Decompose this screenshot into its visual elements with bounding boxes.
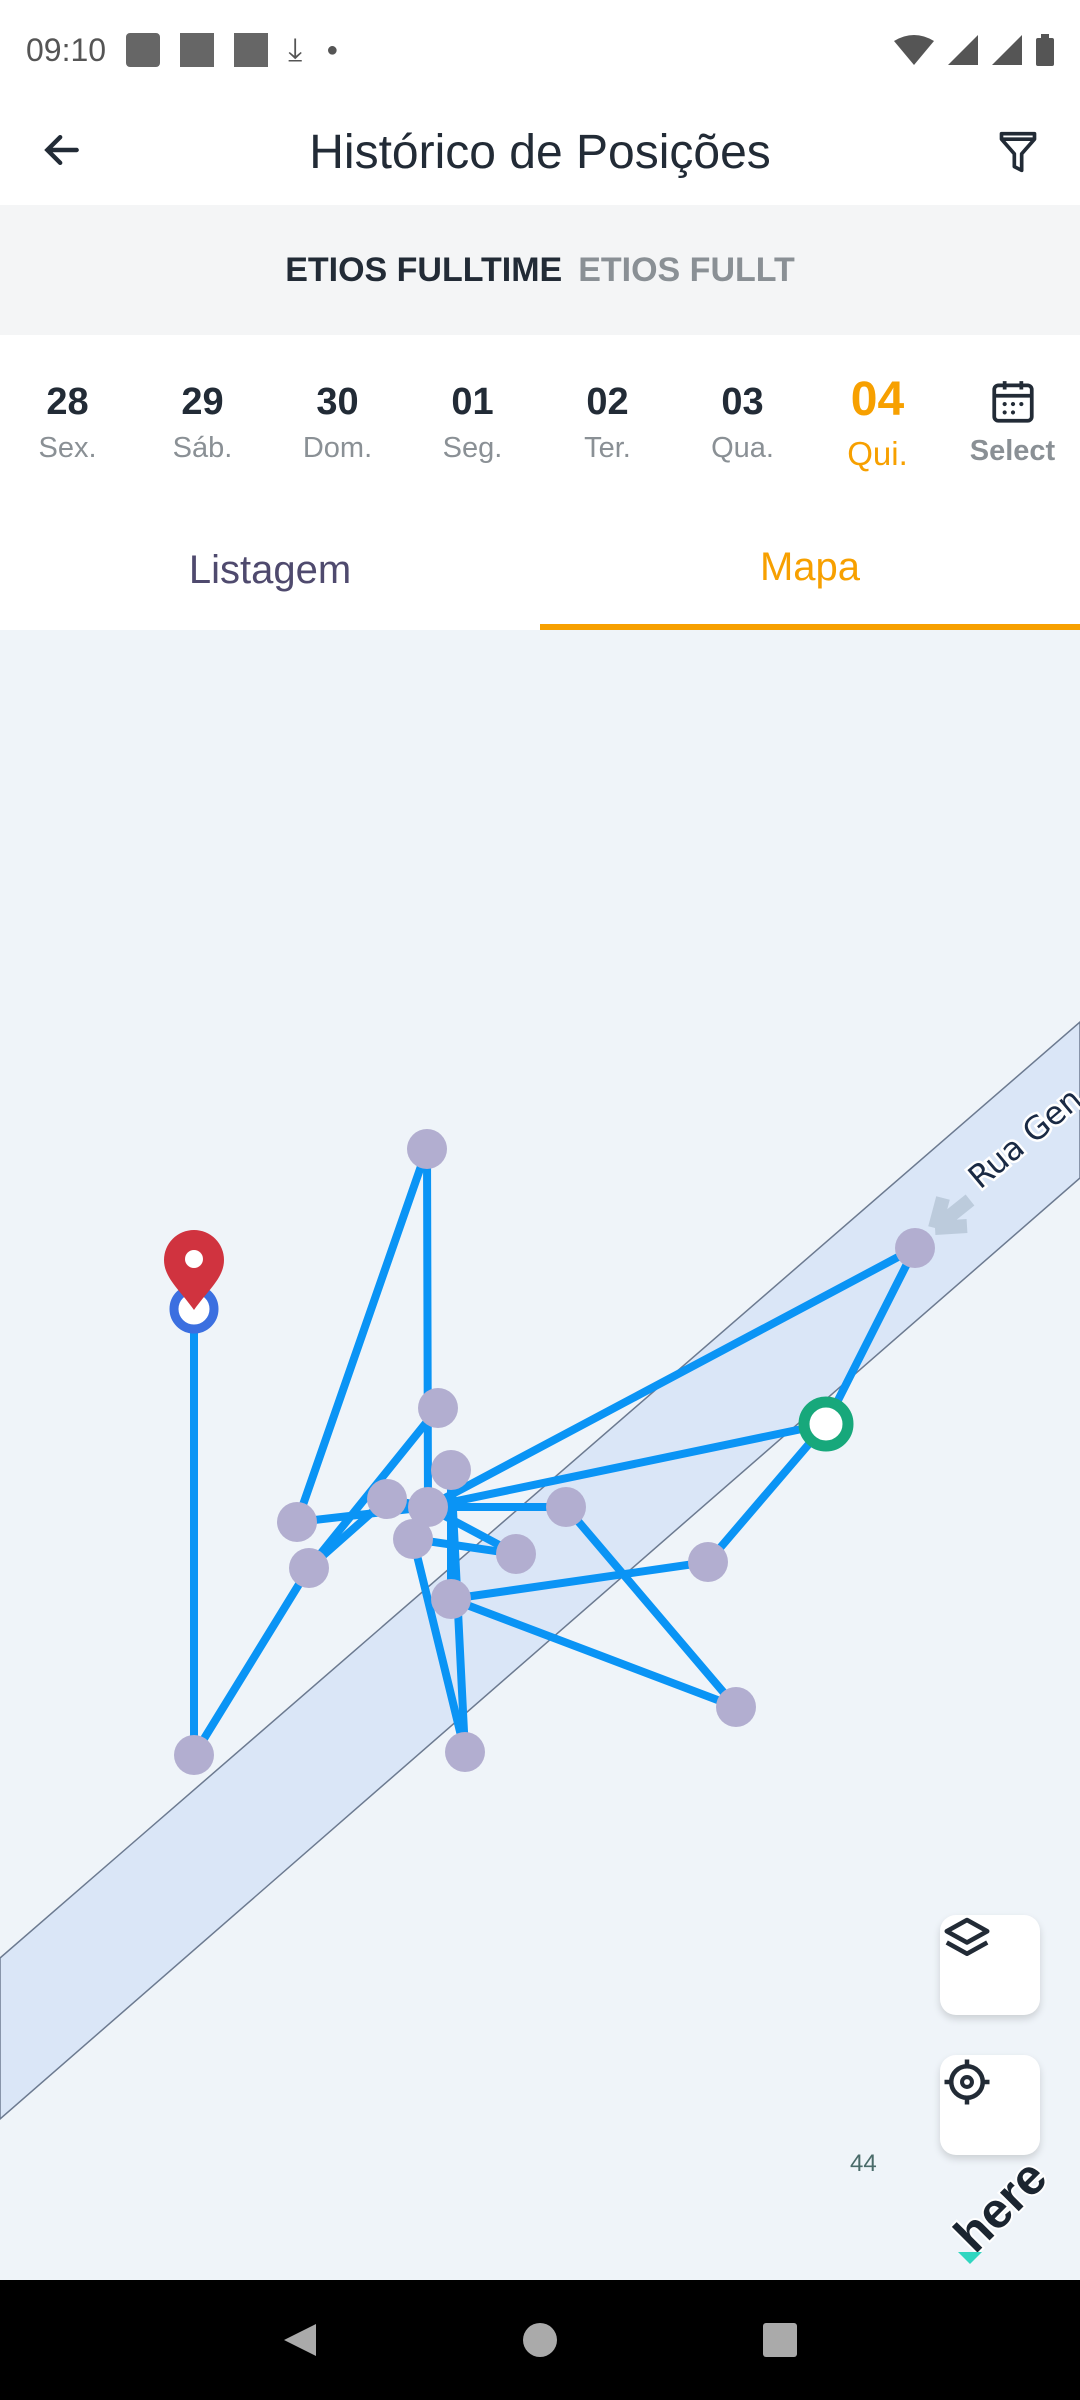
signal-icon [948,35,978,65]
here-logo: here [950,2160,1059,2265]
date-item[interactable]: 29 Sáb. [135,335,270,510]
date-day: 28 [46,380,89,423]
svg-text:here: here [950,2160,1057,2263]
page-title: Histórico de Posições [309,126,771,179]
vehicle-name: ETIOS FULLTIME [285,250,563,289]
download-icon: ⤓ [288,31,303,67]
position-point[interactable] [445,1732,485,1772]
route-segment [293,1145,431,1526]
position-point[interactable] [431,1450,471,1490]
position-point[interactable] [393,1519,433,1559]
position-point[interactable] [289,1548,329,1588]
view-tabs: Listagem Mapa [0,510,1080,630]
position-point[interactable] [277,1502,317,1542]
date-weekday: Ter. [584,431,631,464]
crosshair-icon [944,2059,990,2105]
dot-icon: ● [326,38,339,61]
battery-icon [1036,34,1054,66]
select-label: Select [969,435,1056,467]
home-nav-icon[interactable] [520,2320,560,2360]
position-point[interactable] [895,1228,935,1268]
filter-icon[interactable] [996,128,1040,176]
pin-dot [185,1250,203,1268]
date-weekday: Seg. [442,431,503,464]
position-point[interactable] [367,1479,407,1519]
layers-button[interactable] [940,1915,1040,2015]
app-header: Histórico de Posições [0,100,1080,205]
tab-mapa[interactable]: Mapa [540,510,1080,630]
calendar-icon [991,381,1034,423]
date-weekday: Sáb. [172,431,233,464]
position-point[interactable] [546,1487,586,1527]
date-day: 03 [721,380,764,423]
position-point[interactable] [716,1687,756,1727]
date-day: 04 [850,373,905,426]
position-point[interactable] [431,1579,471,1619]
date-day: 01 [451,380,494,423]
date-item[interactable]: 30 Dom. [270,335,405,510]
my-location-button[interactable] [940,2055,1040,2155]
status-bar: 09:10 ⤓ ● [0,0,1080,100]
notification-icon [234,33,269,67]
back-arrow-icon[interactable] [40,128,84,172]
date-item[interactable]: 28 Sex. [0,335,135,510]
recents-nav-icon[interactable] [760,2320,800,2360]
map-view[interactable]: Rua Gen 44 here [0,630,1080,2280]
select-date-button[interactable]: Select [945,335,1080,510]
date-item[interactable]: 01 Seg. [405,335,540,510]
notification-icon [126,33,161,67]
signal-icon [992,35,1022,65]
system-nav-bar [0,2280,1080,2400]
end-marker [798,1396,854,1452]
date-day: 29 [181,380,224,423]
vehicle-plate: ETIOS FULLT [578,250,795,289]
position-point[interactable] [496,1534,536,1574]
date-item[interactable]: 02 Ter. [540,335,675,510]
status-time: 09:10 [26,31,107,68]
date-strip: 28 Sex. 29 Sáb. 30 Dom. 01 Seg. 02 Ter. 03 Qua… [0,335,1080,510]
route-segment [423,1145,432,1511]
date-day: 02 [586,380,629,423]
map-canvas: Rua Gen [0,1021,1080,2120]
date-item[interactable]: 03 Qua. [675,335,810,510]
date-item-selected[interactable]: 04 Qui. [810,335,945,510]
date-weekday: Qua. [711,431,774,464]
tab-listagem[interactable]: Listagem [0,510,540,630]
position-point[interactable] [418,1388,458,1428]
position-point[interactable] [407,1129,447,1169]
wifi-icon [894,35,934,65]
layers-icon [944,1917,990,1956]
vehicle-selector[interactable]: ETIOS FULLTIME ETIOS FULLT [0,205,1080,335]
date-weekday: Qui. [847,435,908,472]
road [0,1021,1080,2120]
position-point[interactable] [688,1542,728,1582]
notification-icon [180,33,215,67]
date-weekday: Sex. [38,431,97,464]
date-weekday: Dom. [302,431,373,464]
back-nav-icon[interactable] [280,2320,320,2360]
position-point[interactable] [174,1735,214,1775]
date-day: 30 [316,380,359,423]
scale-label: 44 [850,2150,877,2177]
